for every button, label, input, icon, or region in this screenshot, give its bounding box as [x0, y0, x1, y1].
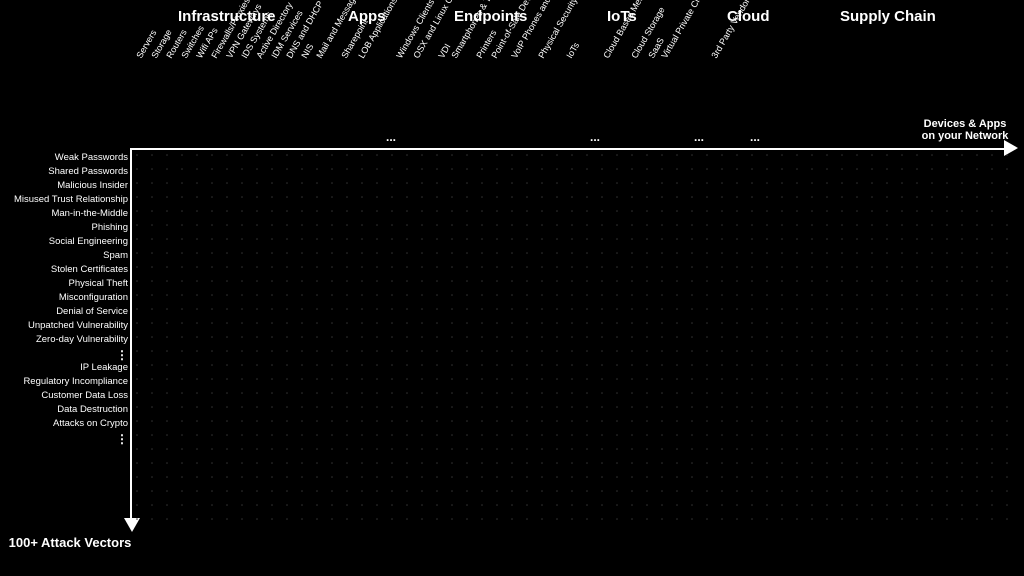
row-unpatched: Unpatched Vulnerability — [28, 320, 128, 331]
row-ip-leakage: IP Leakage — [80, 362, 128, 373]
row-regulatory: Regulatory Incompliance — [23, 376, 128, 387]
row-weak-passwords: Weak Passwords — [55, 152, 128, 163]
chart-container: Infrastructure Apps Endpoints IoTs Cloud… — [0, 0, 1024, 576]
row-shared-passwords: Shared Passwords — [48, 166, 128, 177]
col-ellipsis-apps: ... — [386, 130, 396, 144]
row-malicious-insider: Malicious Insider — [57, 180, 128, 191]
row-customer-data: Customer Data Loss — [41, 390, 128, 401]
row-dos: Denial of Service — [56, 306, 128, 317]
row-dots-1: ⋮ — [116, 348, 128, 362]
row-mitm: Man-in-the-Middle — [51, 208, 128, 219]
col-ellipsis-iots: ... — [590, 130, 600, 144]
row-misused-trust: Misused Trust Relationship — [14, 194, 128, 205]
col-ellipsis-cloud: ... — [694, 130, 704, 144]
col-iots: IoTs — [564, 41, 581, 60]
row-zero-day: Zero-day Vulnerability — [36, 334, 128, 345]
row-physical-theft: Physical Theft — [69, 278, 129, 289]
row-attacks-crypto: Attacks on Crypto — [53, 418, 128, 429]
row-dots-2: ⋮ — [116, 432, 128, 446]
row-misconfiguration: Misconfiguration — [59, 292, 128, 303]
grid-svg — [130, 148, 1010, 523]
x-axis-label: Devices & Apps on your Network — [920, 118, 1010, 142]
row-stolen-certs: Stolen Certificates — [51, 264, 128, 275]
row-phishing: Phishing — [92, 222, 128, 233]
y-axis-label: 100+ Attack Vectors — [0, 535, 140, 550]
row-spam: Spam — [103, 250, 128, 261]
row-data-destruction: Data Destruction — [57, 404, 128, 415]
row-social-engineering: Social Engineering — [49, 236, 128, 247]
col-ellipsis-supply: ... — [750, 130, 760, 144]
col-vpc: Virtual Private Cloud — [659, 0, 709, 60]
col-vdi: VDI — [436, 42, 452, 60]
category-supply-chain: Supply Chain — [840, 8, 936, 25]
